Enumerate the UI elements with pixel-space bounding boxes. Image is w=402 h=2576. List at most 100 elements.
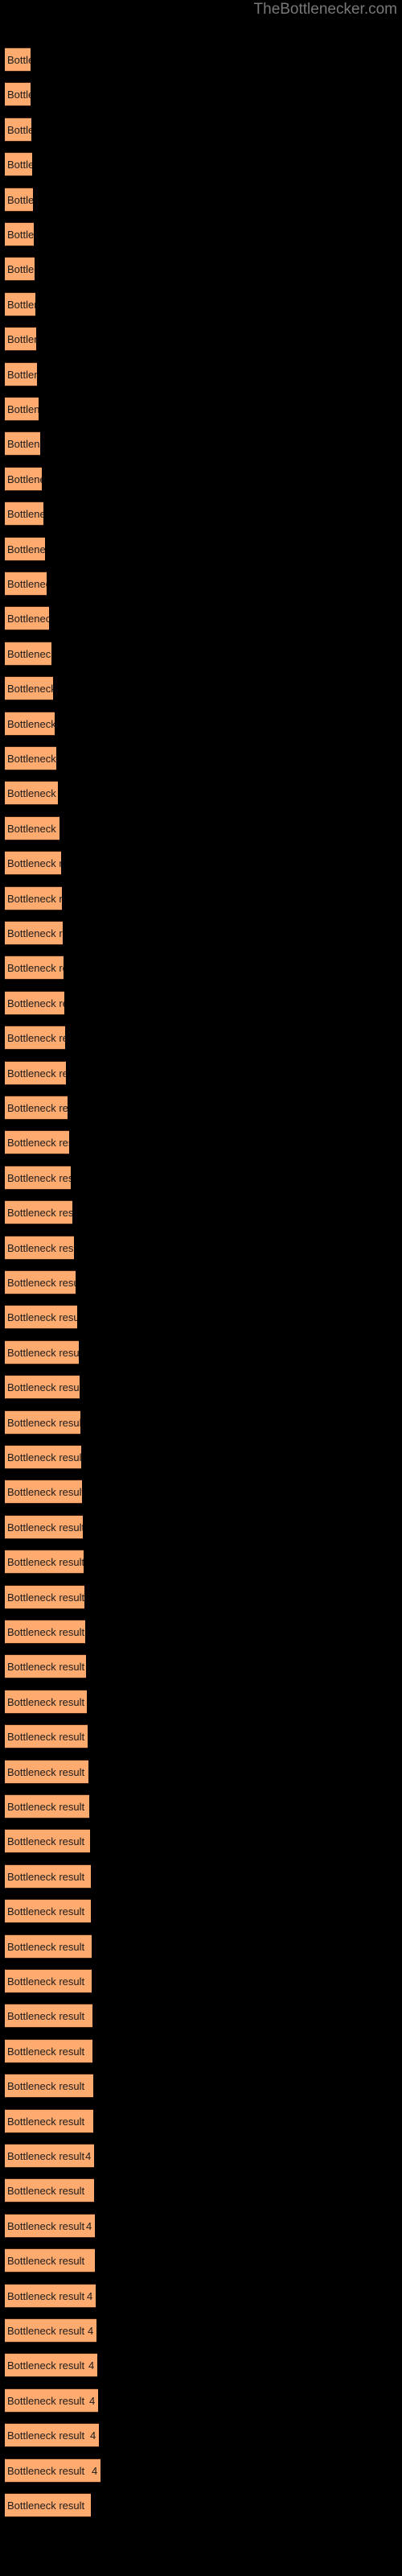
bar: Bottleneck result xyxy=(5,746,56,770)
bar-label: Bottleneck result xyxy=(7,822,59,835)
bar: Bottleneck result xyxy=(5,606,49,631)
bar-row: Bottleneck result xyxy=(5,2108,93,2133)
bar-label: Bottleneck result xyxy=(7,1486,82,1499)
bar: Bottleneck result xyxy=(5,1130,69,1155)
bar-row: Bottleneck result xyxy=(5,1410,80,1435)
bar-label: Bottleneck result xyxy=(7,1451,81,1463)
bar: Bottleneck result xyxy=(5,502,43,526)
bar-row: Bottleneck result xyxy=(5,361,37,386)
bar-label: Bottleneck result xyxy=(7,2045,85,2058)
bar-label: Bottleneck result xyxy=(7,1521,83,1534)
bar: Bottleneck result xyxy=(5,641,51,666)
bar-row: Bottleneck result xyxy=(5,397,39,421)
bar: Bottleneck result xyxy=(5,1445,81,1469)
bar-label: Bottleneck result xyxy=(7,263,35,276)
bar: Bottleneck result xyxy=(5,1864,91,1889)
bar: Bottleneck result xyxy=(5,327,36,352)
bar-row: Bottleneck result xyxy=(5,921,63,945)
bar-row: Bottleneck result xyxy=(5,1270,76,1294)
bar-label: Bottleneck result xyxy=(7,543,45,555)
bar-row: Bottleneck result xyxy=(5,431,40,456)
bar-row: Bottleneck result xyxy=(5,2074,93,2099)
bar-value-label: 4 xyxy=(88,2325,94,2337)
bar: Bottleneck result xyxy=(5,2108,93,2133)
bar-label: Bottleneck result xyxy=(7,1067,66,1080)
bar-row: Bottleneck result xyxy=(5,1480,82,1505)
bar-row: Bottleneck result xyxy=(5,956,64,980)
bar: Bottleneck result xyxy=(5,47,31,72)
bar-label: Bottleneck result xyxy=(7,123,31,136)
bar-label: Bottleneck result xyxy=(7,2115,85,2128)
bar: Bottleneck result xyxy=(5,1899,91,1924)
bar-row: Bottleneck result xyxy=(5,1584,84,1609)
bar-row: Bottleneck result xyxy=(5,117,31,142)
bar-value-label: 4 xyxy=(87,2289,93,2302)
bar-label: Bottleneck result xyxy=(7,298,35,311)
bar: Bottleneck result xyxy=(5,1620,85,1644)
bar: Bottleneck result 4 xyxy=(5,2458,100,2483)
bar-chart-plot: Bottleneck result Bottleneck result Bottle… xyxy=(0,0,402,2576)
bar-row: Bottleneck result xyxy=(5,1200,72,1225)
bar-row: Bottleneck result xyxy=(5,746,56,770)
bar-label: Bottleneck result xyxy=(7,2010,85,2023)
bar: Bottleneck result xyxy=(5,1270,76,1294)
bar-label: Bottleneck result xyxy=(7,1416,80,1429)
bar: Bottleneck result 4 xyxy=(5,2353,97,2378)
bar-label: Bottleneck result xyxy=(7,54,31,66)
bar-row: Bottleneck result xyxy=(5,222,34,246)
bar-label: Bottleneck result xyxy=(7,1940,85,1953)
bar-row: Bottleneck result xyxy=(5,1026,65,1051)
bar-label: Bottleneck result xyxy=(7,1905,85,1918)
bar: Bottleneck result xyxy=(5,1340,79,1364)
bar-row: Bottleneck result xyxy=(5,1305,77,1330)
bar-label: Bottleneck result xyxy=(7,2325,85,2337)
bar: Bottleneck result xyxy=(5,2074,93,2099)
bar: Bottleneck result xyxy=(5,1759,88,1784)
bar-row: Bottleneck result xyxy=(5,572,47,596)
bar-label: Bottleneck result xyxy=(7,578,47,590)
bar-row: Bottleneck result xyxy=(5,851,61,876)
bar-value-label: 4 xyxy=(85,2150,92,2162)
bar-label: Bottleneck result xyxy=(7,403,39,415)
bar: Bottleneck result xyxy=(5,1689,87,1714)
bar-label: Bottleneck result xyxy=(7,1731,85,1744)
bar: Bottleneck result xyxy=(5,1305,77,1330)
bar-label: Bottleneck result xyxy=(7,508,43,521)
bar-label: Bottleneck result xyxy=(7,2464,85,2477)
bar-row: Bottleneck result 4 xyxy=(5,2283,96,2308)
bar-label: Bottleneck result xyxy=(7,1346,79,1359)
bar: Bottleneck result xyxy=(5,711,55,736)
bar: Bottleneck result xyxy=(5,397,39,421)
bar: Bottleneck result xyxy=(5,1375,80,1400)
bar-row: Bottleneck result xyxy=(5,1794,89,1818)
bar-row: Bottleneck result xyxy=(5,1514,83,1539)
bar-row: Bottleneck result xyxy=(5,1165,71,1190)
bar-row: Bottleneck result xyxy=(5,1864,91,1889)
bar-label: Bottleneck result xyxy=(7,787,58,800)
bar: Bottleneck result xyxy=(5,815,59,840)
bar-row: Bottleneck result xyxy=(5,466,42,491)
bar: Bottleneck result xyxy=(5,152,32,177)
bar: Bottleneck result xyxy=(5,2038,92,2063)
bar-value-label: 4 xyxy=(89,2394,96,2407)
bar-row: Bottleneck result xyxy=(5,2004,92,2029)
bar: Bottleneck result xyxy=(5,1829,90,1854)
bar: Bottleneck result xyxy=(5,361,37,386)
bar-label: Bottleneck result xyxy=(7,1241,74,1254)
bar-row: Bottleneck result xyxy=(5,1375,80,1400)
bar: Bottleneck result xyxy=(5,1794,89,1818)
bar-value-label: 4 xyxy=(90,2429,96,2442)
bar: Bottleneck result 4 xyxy=(5,2144,94,2168)
bar: Bottleneck result xyxy=(5,187,33,212)
bar-row: Bottleneck result 4 xyxy=(5,2213,95,2238)
bar-label: Bottleneck result xyxy=(7,1591,84,1604)
bar-label: Bottleneck result xyxy=(7,1102,68,1114)
bar-row: Bottleneck result xyxy=(5,1934,92,1959)
bar-value-label: 4 xyxy=(86,2219,92,2232)
bar-row: Bottleneck result xyxy=(5,152,32,177)
bar-label: Bottleneck result xyxy=(7,1277,76,1289)
bar: Bottleneck result xyxy=(5,1934,92,1959)
bar-label: Bottleneck result xyxy=(7,2185,85,2198)
bar: Bottleneck result xyxy=(5,1410,80,1435)
bar-label: Bottleneck result xyxy=(7,2219,85,2232)
